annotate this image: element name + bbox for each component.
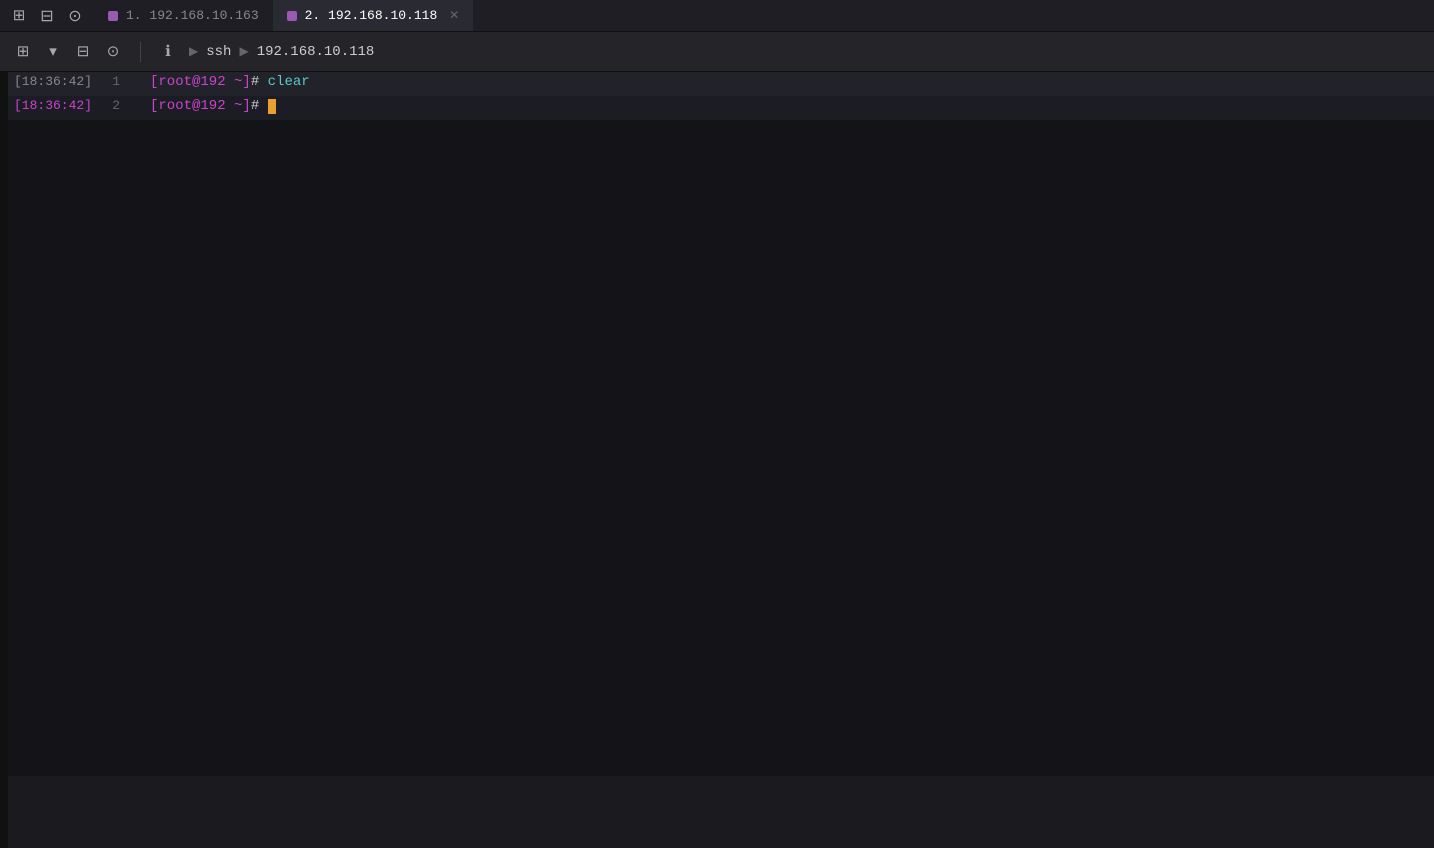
dropdown-icon[interactable]: ▾ xyxy=(40,39,66,65)
line-1-time: [18:36:42] xyxy=(0,74,100,89)
line-1-content: [root@192 ~]# clear xyxy=(140,74,1434,90)
tab-2-close[interactable]: ✕ xyxy=(449,8,459,23)
breadcrumb-arrow-2: ▶ xyxy=(239,44,248,59)
breadcrumb-host: 192.168.10.118 xyxy=(257,44,375,60)
tab-2-indicator xyxy=(287,11,297,21)
terminal-line-2: [18:36:42] 2 [root@192 ~]# xyxy=(0,96,1434,120)
breadcrumb-arrow-1: ▶ xyxy=(189,44,198,59)
terminal-line-1: [18:36:42] 1 [root@192 ~]# clear xyxy=(0,72,1434,96)
line-2-hash: # xyxy=(251,98,259,114)
line-2-time: [18:36:42] xyxy=(0,98,100,113)
left-gutter xyxy=(0,72,8,848)
line-1-prompt: [root@192 ~] xyxy=(150,74,251,90)
tab-bar: ⊞ ⊟ ⊙ 1. 192.168.10.163 2. 192.168.10.11… xyxy=(0,0,1434,32)
terminal[interactable]: [18:36:42] 1 [root@192 ~]# clear [18:36:… xyxy=(0,72,1434,776)
new-tab-icon[interactable]: ⊟ xyxy=(34,3,60,29)
tab-2[interactable]: 2. 192.168.10.118 ✕ xyxy=(273,0,474,31)
toolbar: ⊞ ▾ ⊟ ⊙ ℹ ▶ ssh ▶ 192.168.10.118 xyxy=(0,32,1434,72)
split-pane-icon[interactable]: ⊟ xyxy=(70,39,96,65)
line-1-command: clear xyxy=(268,74,310,90)
line-2-content: [root@192 ~]# xyxy=(140,98,1434,114)
terminal-cursor xyxy=(268,99,276,114)
tab-1-label: 1. 192.168.10.163 xyxy=(126,8,259,23)
grid-icon[interactable]: ⊞ xyxy=(6,3,32,29)
tab-2-label: 2. 192.168.10.118 xyxy=(305,8,438,23)
settings-gear-icon[interactable]: ⊙ xyxy=(100,39,126,65)
info-icon[interactable]: ℹ xyxy=(155,39,181,65)
breadcrumb-ssh: ssh xyxy=(206,44,231,60)
split-icon[interactable]: ⊙ xyxy=(62,3,88,29)
line-1-hash: # xyxy=(251,74,259,90)
new-session-icon[interactable]: ⊞ xyxy=(10,39,36,65)
line-2-prompt: [root@192 ~] xyxy=(150,98,251,114)
tab-1[interactable]: 1. 192.168.10.163 xyxy=(94,0,273,31)
tab-1-indicator xyxy=(108,11,118,21)
line-1-num: 1 xyxy=(100,74,140,89)
breadcrumb: ℹ ▶ ssh ▶ 192.168.10.118 xyxy=(155,39,374,65)
line-2-num: 2 xyxy=(100,98,140,113)
toolbar-divider xyxy=(140,42,141,62)
